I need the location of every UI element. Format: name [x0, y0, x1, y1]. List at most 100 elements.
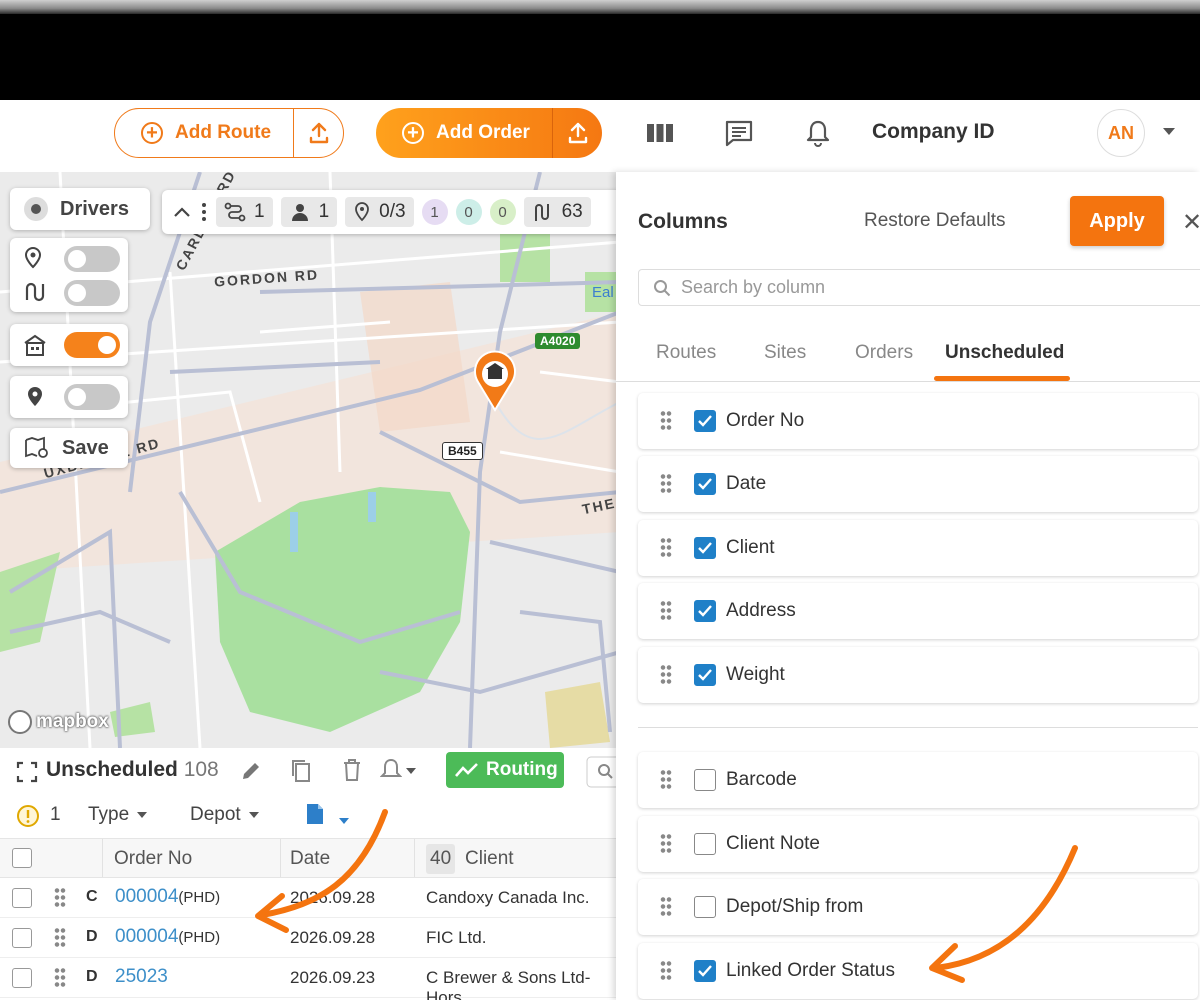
column-option-label: Address	[726, 600, 796, 621]
column-checkbox-checked[interactable]	[694, 473, 716, 495]
more-vertical-icon[interactable]	[200, 201, 208, 223]
company-label[interactable]: Company ID	[872, 120, 995, 144]
row-checkbox[interactable]	[12, 968, 32, 988]
drag-handle-icon[interactable]	[660, 537, 672, 559]
table-row[interactable]: C 000004(PHD) 2026.09.28 Candoxy Canada …	[0, 878, 620, 918]
trash-icon[interactable]	[342, 758, 362, 782]
depots-toggle[interactable]	[64, 332, 120, 358]
table-row[interactable]: D 25023 2026.09.23 C Brewer & Sons Ltd-H…	[0, 958, 620, 1000]
notify-caret-icon[interactable]	[406, 768, 416, 774]
row-order-link[interactable]: 000004(PHD)	[115, 926, 220, 948]
routes-count: 1	[254, 201, 265, 222]
drag-handle-icon[interactable]	[660, 473, 672, 495]
add-route-button[interactable]: + Add Route	[115, 109, 293, 157]
column-client[interactable]: Client	[465, 848, 514, 870]
drivers-toggle[interactable]: Drivers	[10, 188, 150, 230]
save-map-button[interactable]: Save	[10, 428, 128, 468]
edit-icon[interactable]	[240, 760, 262, 782]
unscheduled-title-text: Unscheduled	[46, 758, 178, 781]
column-checkbox-unchecked[interactable]	[694, 769, 716, 791]
notify-icon[interactable]	[380, 758, 402, 782]
tab-routes[interactable]: Routes	[656, 342, 716, 364]
drag-handle-icon[interactable]	[660, 664, 672, 686]
column-checkbox-checked[interactable]	[694, 537, 716, 559]
bell-icon[interactable]	[803, 118, 833, 148]
routing-button[interactable]: Routing	[446, 752, 564, 788]
column-option-address[interactable]: Address	[638, 583, 1198, 639]
mapbox-attribution[interactable]: mapbox	[8, 710, 109, 734]
column-tabs: Routes Sites Orders Unscheduled	[616, 322, 1200, 382]
locations-toggle[interactable]	[64, 384, 120, 410]
column-date[interactable]: Date	[290, 848, 330, 870]
column-option-date[interactable]: Date	[638, 456, 1198, 512]
drag-handle-icon[interactable]	[660, 960, 672, 982]
column-checkbox-checked[interactable]	[694, 664, 716, 686]
add-route-label: Add Route	[175, 122, 272, 143]
document-filter[interactable]	[304, 802, 350, 832]
add-order-button[interactable]: + Add Order	[376, 108, 552, 158]
tab-unscheduled[interactable]: Unscheduled	[945, 342, 1064, 364]
row-checkbox[interactable]	[12, 928, 32, 948]
routes-toggle[interactable]	[64, 280, 120, 306]
column-checkbox-checked[interactable]	[694, 600, 716, 622]
drag-handle-icon[interactable]	[660, 600, 672, 622]
columns-view-icon[interactable]	[645, 118, 675, 148]
check-icon	[698, 478, 712, 490]
depot-filter-label: Depot	[190, 804, 241, 825]
routing-label: Routing	[486, 759, 558, 780]
column-checkbox-unchecked[interactable]	[694, 833, 716, 855]
select-all-checkbox[interactable]	[12, 848, 32, 868]
drag-handle-icon[interactable]	[54, 927, 66, 949]
column-option-order-no[interactable]: Order No	[638, 393, 1198, 449]
column-option-depot-ship-from[interactable]: Depot/Ship from	[638, 879, 1198, 935]
mapbox-logo-icon	[8, 710, 32, 734]
upload-routes-button[interactable]	[293, 109, 343, 157]
search-icon[interactable]	[586, 756, 620, 788]
close-icon[interactable]: ✕	[1182, 208, 1200, 237]
row-checkbox[interactable]	[12, 888, 32, 908]
drag-handle-icon[interactable]	[54, 887, 66, 909]
row-order-link[interactable]: 25023	[115, 966, 168, 988]
column-checkbox-unchecked[interactable]	[694, 896, 716, 918]
column-search-input[interactable]	[681, 277, 1161, 298]
tab-orders[interactable]: Orders	[855, 342, 913, 364]
chevron-down-icon[interactable]	[1163, 128, 1175, 135]
drivers-count: 1	[318, 201, 330, 222]
chat-icon[interactable]	[724, 118, 754, 148]
column-checkbox-checked[interactable]	[694, 410, 716, 432]
map-view[interactable]: GORDON RD UXBRIDGE RD CARLTON RD THE Eal…	[0, 172, 620, 748]
column-option-client[interactable]: Client	[638, 520, 1198, 576]
chevron-up-icon[interactable]	[172, 205, 192, 219]
row-type: C	[86, 888, 98, 905]
row-order-link[interactable]: 000004(PHD)	[115, 886, 220, 908]
expand-icon[interactable]	[16, 761, 38, 783]
drag-handle-icon[interactable]	[54, 967, 66, 989]
column-option-linked-order-status[interactable]: Linked Order Status	[638, 943, 1198, 999]
plus-circle-icon: +	[141, 122, 163, 144]
column-checkbox-checked[interactable]	[694, 960, 716, 982]
column-option-client-note[interactable]: Client Note	[638, 816, 1198, 872]
drag-handle-icon[interactable]	[660, 833, 672, 855]
distance-value: 63	[561, 201, 583, 222]
column-option-weight[interactable]: Weight	[638, 647, 1198, 703]
depot-filter[interactable]: Depot	[190, 804, 259, 826]
drag-handle-icon[interactable]	[660, 896, 672, 918]
unscheduled-panel: Unscheduled 108 Routing 1 Type Depot Ord…	[0, 748, 620, 1000]
unscheduled-count: 108	[183, 758, 219, 781]
type-filter[interactable]: Type	[88, 804, 148, 826]
table-row[interactable]: D 000004(PHD) 2026.09.28 FIC Ltd.	[0, 918, 620, 958]
copy-icon[interactable]	[290, 758, 312, 784]
warning-icon[interactable]	[16, 804, 40, 828]
restore-defaults-button[interactable]: Restore Defaults	[864, 210, 1006, 232]
column-option-barcode[interactable]: Barcode	[638, 752, 1198, 808]
add-order-group: + Add Order	[376, 108, 602, 158]
upload-orders-button[interactable]	[552, 108, 602, 158]
avatar[interactable]: AN	[1097, 109, 1145, 157]
drag-handle-icon[interactable]	[660, 410, 672, 432]
drag-handle-icon[interactable]	[660, 769, 672, 791]
pins-toggle[interactable]	[64, 246, 120, 272]
apply-button[interactable]: Apply	[1070, 196, 1164, 246]
column-order-no[interactable]: Order No	[114, 848, 192, 870]
document-icon	[307, 804, 323, 824]
tab-sites[interactable]: Sites	[764, 342, 806, 364]
